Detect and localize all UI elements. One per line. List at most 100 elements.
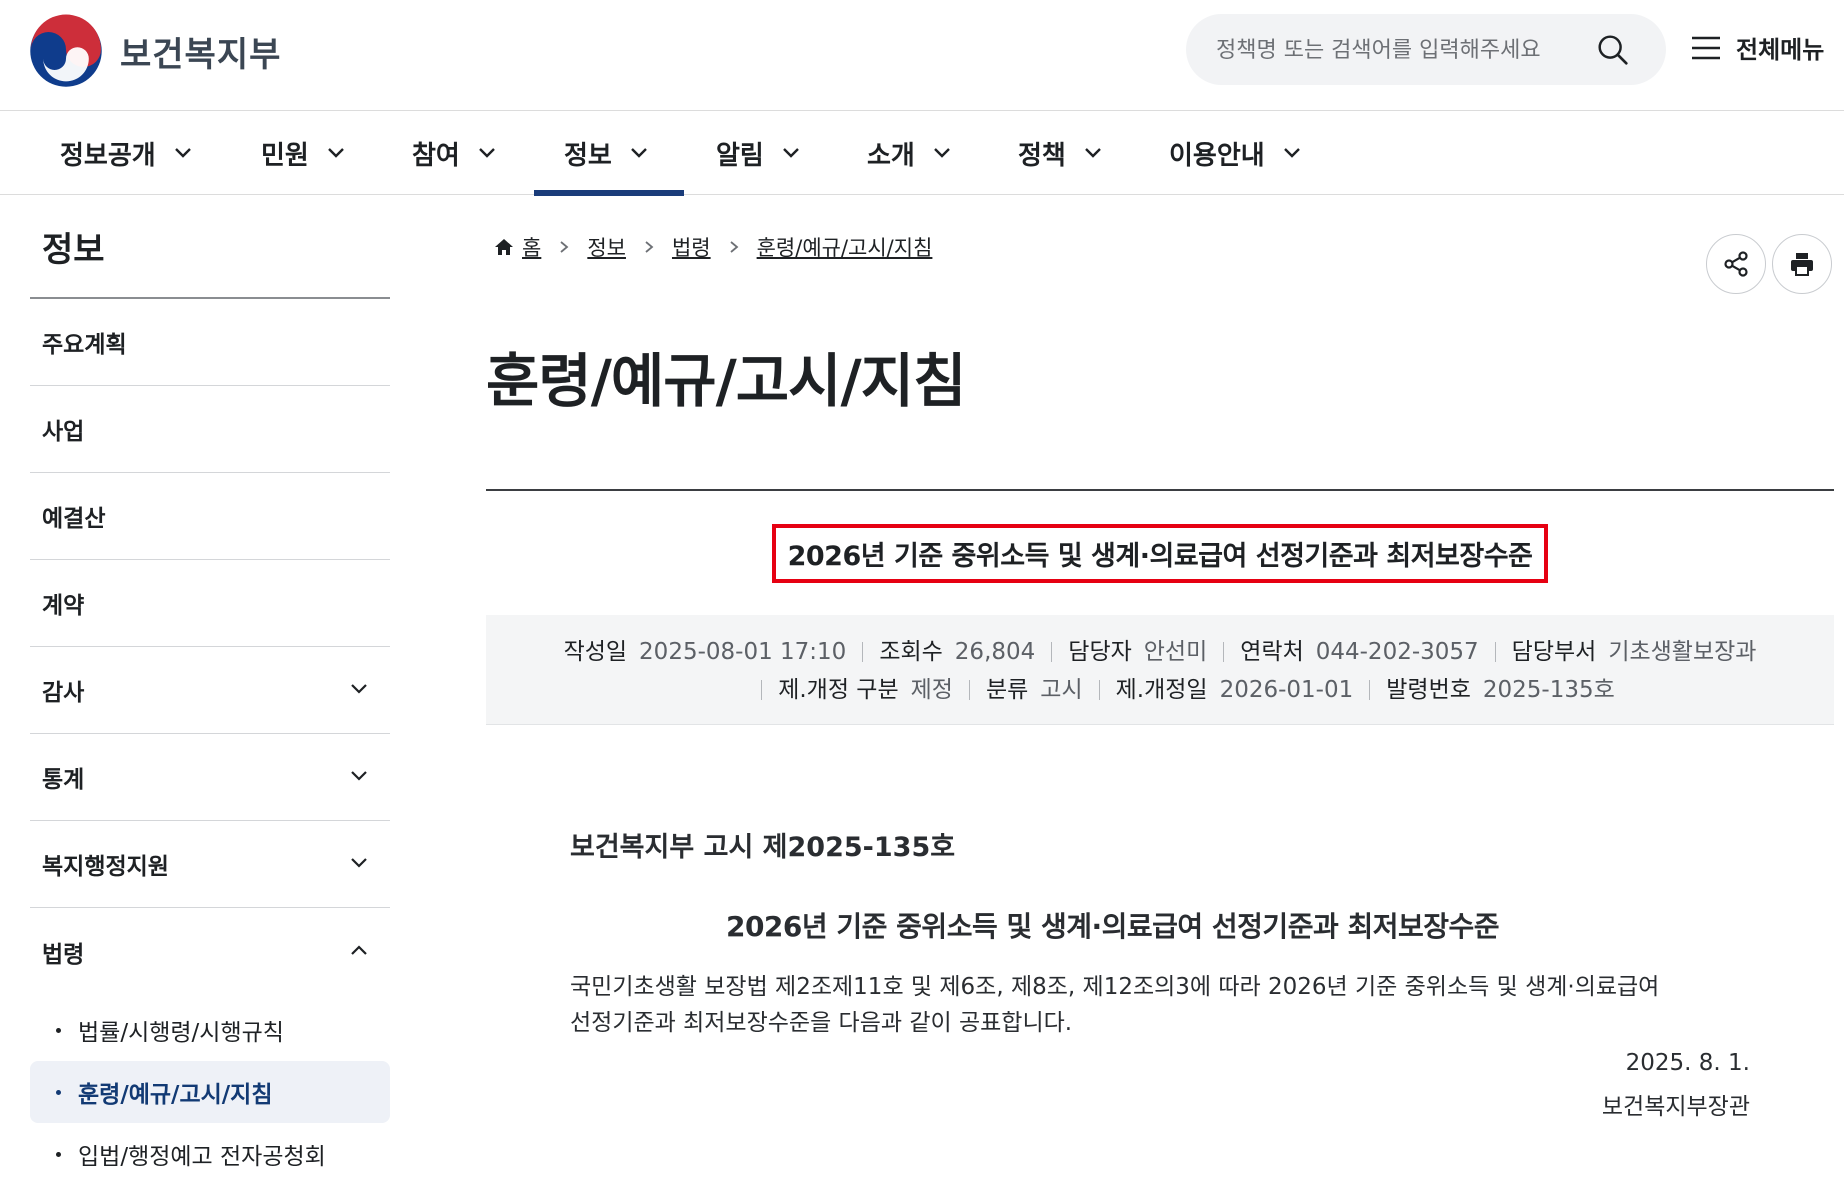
- gnb-item-label: 정보공개: [60, 140, 156, 171]
- side-nav-item-label: 법령: [42, 941, 85, 968]
- breadcrumb-current-link[interactable]: 훈령/예규/고시/지침: [757, 232, 933, 262]
- chevron-down-icon: [478, 148, 495, 158]
- side-nav-item-audit[interactable]: 감사: [30, 647, 390, 734]
- share-icon: [1724, 251, 1748, 277]
- logo-text: 보건복지부: [120, 34, 282, 75]
- side-nav-item-budget[interactable]: 예결산: [30, 473, 390, 560]
- side-nav-item-label: 복지행정지원: [42, 854, 169, 880]
- chevron-down-icon: [351, 684, 367, 694]
- bullet-dot: [56, 1152, 61, 1157]
- meta-divider: [862, 642, 864, 662]
- meta-divider: [1223, 642, 1225, 662]
- meta-contact: 연락처 044-202-3057: [1240, 633, 1478, 671]
- notice-text-line: 선정기준과 최저보장수준을 다음과 같이 공표합니다.: [570, 1010, 1073, 1036]
- print-button[interactable]: [1772, 234, 1832, 294]
- breadcrumb-info-link[interactable]: 정보: [587, 232, 626, 262]
- gnb-item-policy[interactable]: 정책: [1018, 111, 1102, 195]
- side-nav-item-label: 감사: [42, 680, 85, 706]
- meta-value: 고시: [1040, 677, 1083, 703]
- meta-label: 제.개정일: [1115, 677, 1208, 703]
- breadcrumb-laws-link[interactable]: 법령: [672, 232, 711, 262]
- meta-value: 2025-08-01 17:10: [639, 639, 847, 665]
- chevron-down-icon: [351, 858, 367, 868]
- side-nav-subitem-acts[interactable]: 법률/시행령/시행규칙: [30, 999, 390, 1061]
- side-nav-item-welfare-admin[interactable]: 복지행정지원: [30, 821, 390, 908]
- side-nav-subitem-label: 훈령/예규/고시/지침: [78, 1082, 273, 1108]
- meta-label: 조회수: [879, 639, 943, 665]
- post-meta: 작성일 2025-08-01 17:10 조회수 26,804 담당자 안선미 …: [486, 615, 1834, 725]
- meta-divider: [1098, 680, 1100, 700]
- notice-text-line: 국민기초생활 보장법 제2조제11호 및 제6조, 제8조, 제12조의3에 따…: [570, 974, 1660, 1000]
- post-meta-row: 작성일 2025-08-01 17:10 조회수 26,804 담당자 안선미 …: [486, 633, 1834, 671]
- meta-label: 분류: [985, 677, 1029, 703]
- side-navigation: 정보 주요계획 사업 예결산 계약 감사 통계 복지행정지원 법령 법률/시행령…: [30, 196, 390, 1185]
- side-nav-subitem-label: 법률/시행령/시행규칙: [78, 1020, 284, 1046]
- search-input[interactable]: [1216, 32, 1576, 68]
- chevron-right-icon: [645, 241, 654, 253]
- notice-text: 국민기초생활 보장법 제2조제11호 및 제6조, 제8조, 제12조의3에 따…: [570, 969, 1710, 1041]
- gnb-item-label: 소개: [867, 140, 915, 171]
- meta-divider: [968, 680, 970, 700]
- gnb-item-label: 참여: [412, 140, 460, 171]
- meta-manager: 담당자 안선미: [1068, 633, 1207, 671]
- meta-value: 044-202-3057: [1315, 639, 1479, 665]
- side-nav-item-projects[interactable]: 사업: [30, 386, 390, 473]
- search-icon[interactable]: [1594, 31, 1632, 69]
- gnb-item-civil-petition[interactable]: 민원: [261, 111, 345, 195]
- notice-signer: 보건복지부장관: [1601, 1094, 1750, 1120]
- chevron-up-icon: [351, 945, 367, 955]
- gnb-item-label: 민원: [261, 140, 309, 171]
- chevron-down-icon: [327, 148, 344, 158]
- bullet-dot: [56, 1028, 61, 1033]
- page-title: 훈령/예규/고시/지침: [486, 347, 966, 415]
- gnb-item-guide[interactable]: 이용안내: [1169, 111, 1301, 195]
- meta-value: 제정: [910, 677, 953, 703]
- side-nav-item-contracts[interactable]: 계약: [30, 560, 390, 647]
- meta-department: 담당부서 기초생활보장과: [1512, 633, 1757, 671]
- side-nav-subitem-directives[interactable]: 훈령/예규/고시/지침: [30, 1061, 390, 1123]
- gnb-item-label: 정보: [564, 140, 612, 171]
- main-navigation: 정보공개 민원 참여 정보 알림 소개 정책 이용안내: [0, 111, 1844, 196]
- breadcrumb-home-link[interactable]: 홈: [522, 232, 541, 262]
- all-menu-button[interactable]: 전체메뉴: [1690, 30, 1824, 65]
- site-logo[interactable]: 보건복지부: [28, 13, 281, 89]
- gnb-item-notice[interactable]: 알림: [716, 111, 800, 195]
- bullet-dot: [56, 1090, 61, 1095]
- hamburger-icon: [1692, 36, 1720, 59]
- post-body: 보건복지부 고시 제2025-135호 2026년 기준 중위소득 및 생계·의…: [486, 725, 1834, 1195]
- side-nav-item-label: 통계: [42, 767, 85, 793]
- side-nav-item-laws[interactable]: 법령: [30, 908, 390, 995]
- search-box: [1186, 14, 1666, 85]
- chevron-right-icon: [560, 241, 569, 253]
- chevron-down-icon: [1084, 148, 1101, 158]
- gnb-item-information[interactable]: 정보: [534, 111, 684, 196]
- side-nav-item-statistics[interactable]: 통계: [30, 734, 390, 821]
- meta-value: 안선미: [1143, 639, 1208, 665]
- gnb-item-label: 알림: [716, 140, 764, 171]
- meta-value: 2026-01-01: [1219, 677, 1354, 703]
- meta-divider: [1369, 680, 1371, 700]
- share-button[interactable]: [1706, 234, 1766, 294]
- side-nav-subitem-legislative-notice[interactable]: 입법/행정예고 전자공청회: [30, 1123, 390, 1185]
- post-view: 2026년 기준 중위소득 및 생계·의료급여 선정기준과 최저보장수준 작성일…: [486, 489, 1834, 1195]
- gnb-item-participation[interactable]: 참여: [412, 111, 496, 195]
- meta-divider: [1051, 642, 1053, 662]
- meta-divider: [1494, 642, 1496, 662]
- meta-revision-date: 제.개정일 2026-01-01: [1116, 671, 1354, 709]
- side-nav-item-main-plans[interactable]: 주요계획: [30, 299, 390, 386]
- all-menu-label: 전체메뉴: [1736, 36, 1825, 64]
- meta-value: 2025-135호: [1482, 677, 1615, 703]
- post-title: 2026년 기준 중위소득 및 생계·의료급여 선정기준과 최저보장수준: [771, 523, 1549, 583]
- gnb-item-info-disclosure[interactable]: 정보공개: [60, 111, 192, 195]
- side-nav-subitem-label: 입법/행정예고 전자공청회: [78, 1144, 326, 1170]
- meta-category: 분류 고시: [986, 671, 1083, 709]
- meta-revision-type: 제.개정 구분 제정: [778, 671, 953, 709]
- site-header: 보건복지부 전체메뉴: [0, 0, 1844, 111]
- chevron-down-icon: [174, 148, 191, 158]
- gnb-item-about[interactable]: 소개: [867, 111, 951, 195]
- side-nav-submenu-laws: 법률/시행령/시행규칙 훈령/예규/고시/지침 입법/행정예고 전자공청회: [30, 995, 390, 1185]
- chevron-right-icon: [730, 241, 739, 253]
- chevron-down-icon: [351, 771, 367, 781]
- side-nav-item-label: 주요계획: [42, 332, 127, 358]
- meta-label: 연락처: [1240, 639, 1304, 665]
